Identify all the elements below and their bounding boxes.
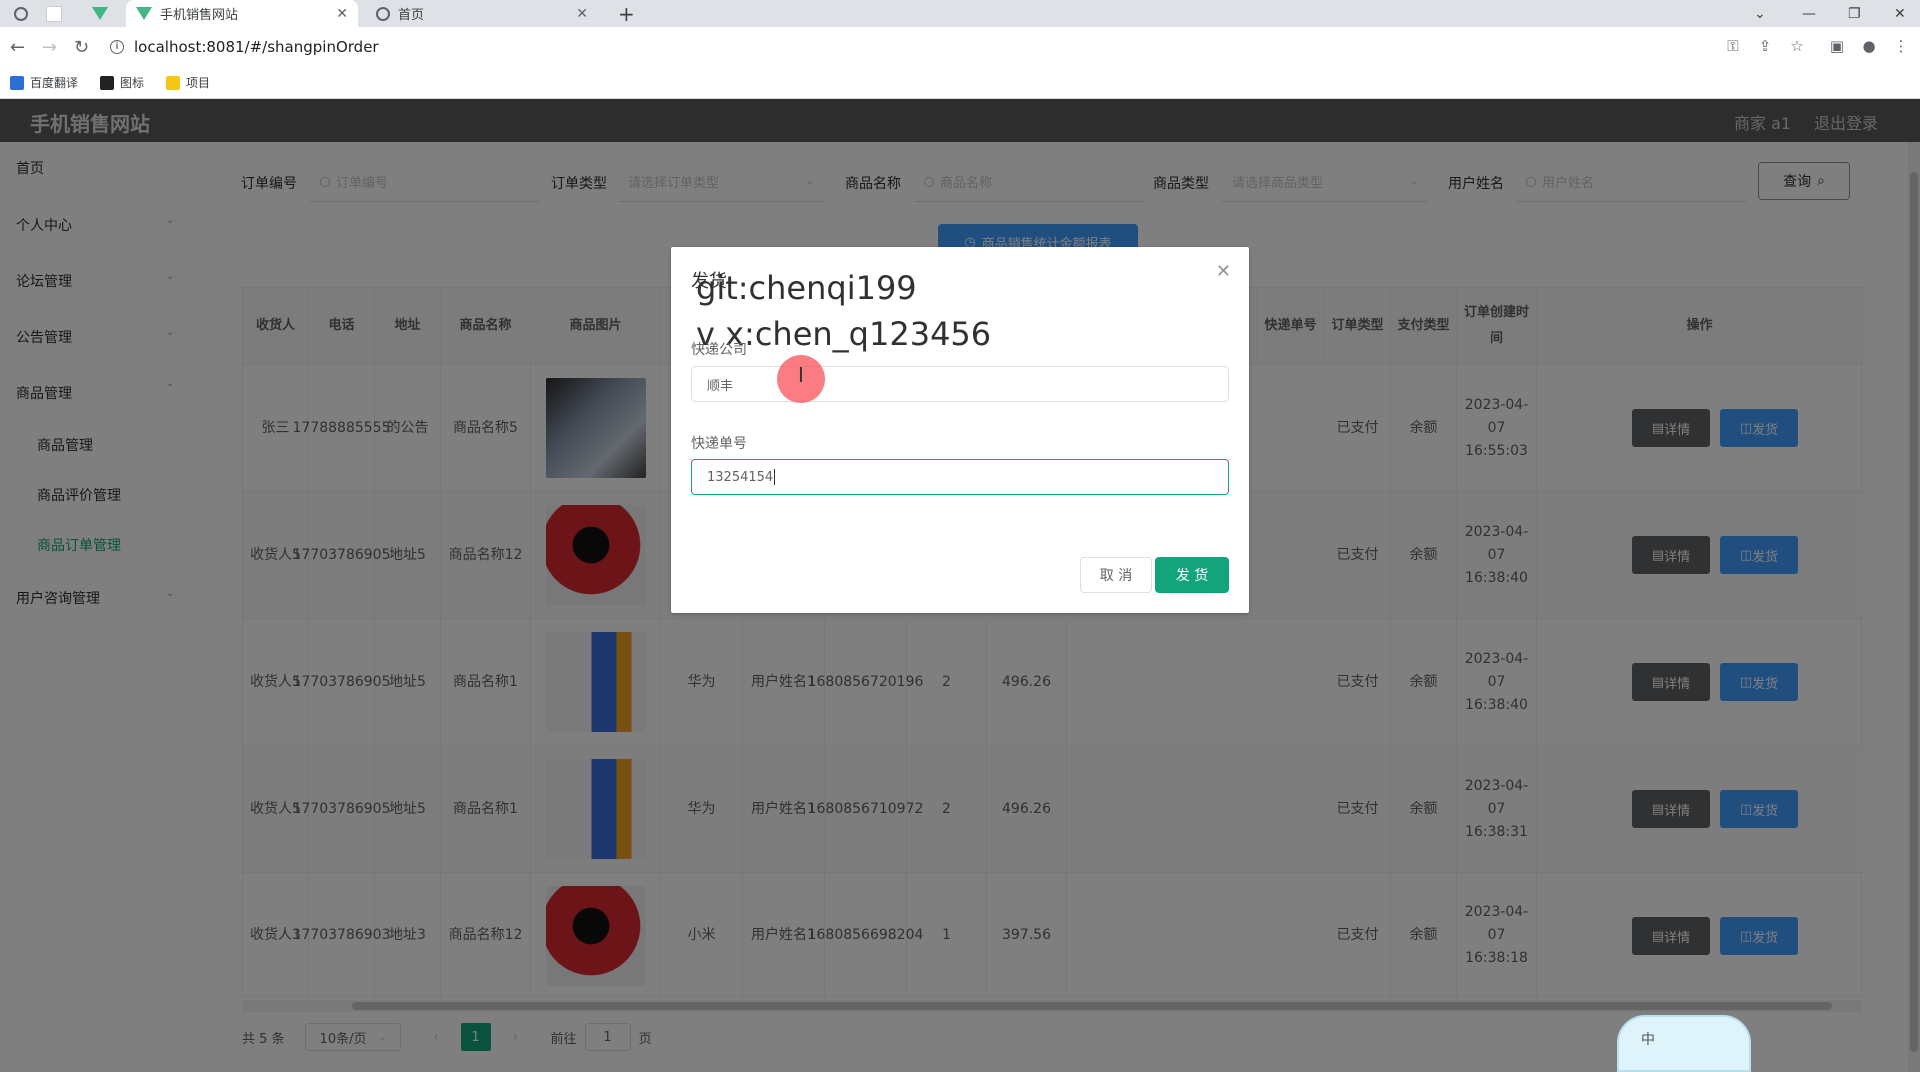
key-icon[interactable]: ⚿ [1724,37,1742,55]
bookmark-icons[interactable]: 图标 [100,74,144,91]
tab-title: 手机销售网站 [160,8,239,23]
bookmark-label: 项目 [186,76,211,90]
address-bar: ← → ↻ i localhost:8081/#/shangpinOrder ⚿… [0,27,1920,67]
pinned-tab[interactable] [46,0,62,27]
tab-search-icon[interactable]: ⌄ [1754,0,1766,27]
site-info-icon[interactable]: i [110,40,124,54]
browser-tab-bar: 手机销售网站 ✕ 首页 ✕ + ⌄ — ❐ ✕ [0,0,1920,27]
close-window-icon[interactable]: ✕ [1894,0,1906,27]
restore-icon[interactable]: ❐ [1848,0,1861,27]
bookmark-project[interactable]: 项目 [166,74,210,91]
new-tab-icon[interactable]: + [618,2,635,26]
company-value: 顺丰 [707,378,734,394]
text-caret [774,469,776,485]
cancel-label: 取 消 [1099,568,1133,584]
forward-icon[interactable]: → [42,27,57,67]
bookmark-star-icon[interactable]: ☆ [1788,37,1806,55]
tab-home[interactable]: 首页 ✕ [366,0,598,27]
tracking-number-input[interactable]: 13254154 [691,459,1229,495]
pinned-vue-tab[interactable] [92,0,108,27]
profile-icon[interactable]: ● [1860,37,1878,55]
express-company-input[interactable]: 顺丰 [691,366,1229,402]
folder-icon [166,75,181,90]
watermark-line: git:chenqi199 [696,269,917,307]
confirm-ship-button[interactable]: 发 货 [1155,557,1229,593]
more-menu-icon[interactable]: ⋮ [1892,37,1910,55]
ime-label: 中 [1641,1032,1655,1048]
tab-title: 首页 [398,8,425,23]
text-cursor-icon: I [798,363,804,387]
back-icon[interactable]: ← [10,27,25,67]
bookmarks-bar: 百度翻译 图标 项目 [0,67,1920,99]
close-tab-icon[interactable]: ✕ [576,6,588,22]
ship-dialog: 发货 ✕ git:chenqi199 v x:chen_q123456 快递公司… [671,247,1249,613]
share-icon[interactable]: ⇪ [1756,37,1774,55]
url-text: localhost:8081/#/shangpinOrder [134,38,379,56]
tracking-label: 快递单号 [691,436,747,452]
ime-widget[interactable]: 中 [1617,1015,1751,1072]
close-icon[interactable]: ✕ [1216,261,1231,282]
tracking-value: 13254154 [707,469,774,485]
minimize-icon[interactable]: — [1802,0,1816,27]
tab-active[interactable]: 手机销售网站 ✕ [126,0,358,27]
vue-icon [136,7,152,20]
image-icon [100,75,115,90]
reload-icon[interactable]: ↻ [74,27,89,67]
bookmark-label: 百度翻译 [30,76,79,90]
translate-icon [10,75,24,90]
side-panel-icon[interactable]: ▣ [1828,37,1846,55]
company-label: 快递公司 [691,342,747,358]
confirm-label: 发 货 [1175,568,1209,584]
cancel-button[interactable]: 取 消 [1080,557,1152,593]
bookmark-label: 图标 [120,76,145,90]
url-field[interactable]: i localhost:8081/#/shangpinOrder [110,33,1710,61]
close-tab-icon[interactable]: ✕ [336,6,348,22]
bookmark-translate[interactable]: 百度翻译 [10,74,78,91]
globe-icon [376,6,390,21]
tab-menu-icon[interactable] [14,0,28,27]
